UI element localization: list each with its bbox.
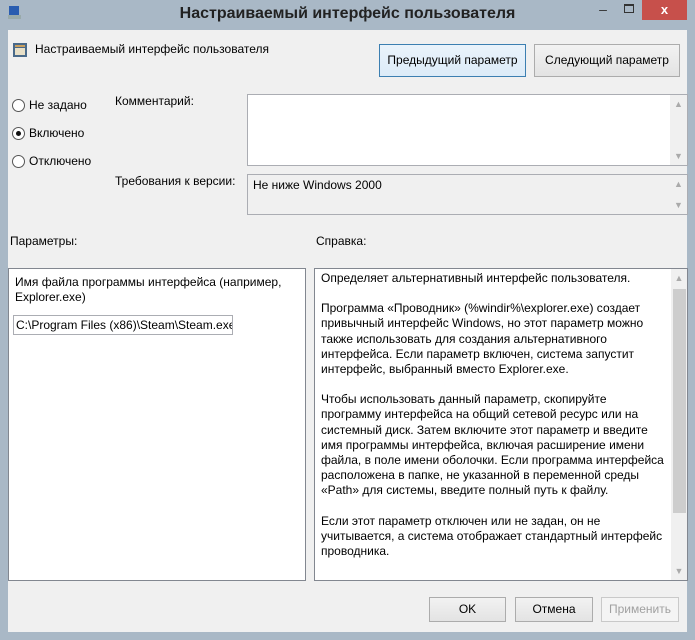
help-paragraph: Определяет альтернативный интерфейс поль… xyxy=(321,271,631,285)
scroll-down-icon[interactable]: ▼ xyxy=(671,566,687,576)
radio-disabled[interactable]: Отключено xyxy=(12,154,91,168)
radio-icon xyxy=(12,154,25,168)
requirements-value: Не ниже Windows 2000 xyxy=(253,178,382,192)
help-panel: Определяет альтернативный интерфейс поль… xyxy=(314,268,688,581)
radio-not-configured[interactable]: Не задано xyxy=(12,98,87,112)
radio-label: Отключено xyxy=(29,154,92,168)
radio-selected-icon xyxy=(12,126,25,140)
help-scrollbar[interactable]: ▲ ▼ xyxy=(671,269,687,580)
dialog-body: Настраиваемый интерфейс пользователя Пре… xyxy=(8,30,688,632)
maximize-button[interactable] xyxy=(616,0,642,20)
setting-name: Настраиваемый интерфейс пользователя xyxy=(35,42,269,56)
policy-icon xyxy=(12,42,28,58)
scroll-up-icon[interactable]: ▲ xyxy=(671,273,687,283)
help-paragraph: Если этот параметр отключен или не задан… xyxy=(321,513,663,559)
scroll-down-icon[interactable]: ▼ xyxy=(670,151,687,161)
help-paragraph: Программа «Проводник» (%windir%\explorer… xyxy=(321,301,644,377)
help-paragraph: Чтобы использовать данный параметр, скоп… xyxy=(321,392,664,498)
title-bar[interactable]: Настраиваемый интерфейс пользователя – x xyxy=(0,0,695,30)
comment-textarea[interactable]: ▲ ▼ xyxy=(247,94,688,166)
scroll-down-icon[interactable]: ▼ xyxy=(670,200,687,210)
requirements-label: Требования к версии: xyxy=(115,174,236,188)
shell-path-input[interactable]: C:\Program Files (x86)\Steam\Steam.exe xyxy=(13,315,233,335)
minimize-button[interactable]: – xyxy=(590,0,616,20)
options-label: Параметры: xyxy=(10,234,78,248)
cancel-button[interactable]: Отмена xyxy=(515,597,593,622)
radio-enabled[interactable]: Включено xyxy=(12,126,84,140)
radio-label: Не задано xyxy=(29,98,87,112)
radio-label: Включено xyxy=(29,126,85,140)
scroll-up-icon[interactable]: ▲ xyxy=(670,179,687,189)
apply-button[interactable]: Применить xyxy=(601,597,679,622)
requirements-box: Не ниже Windows 2000 ▲ ▼ xyxy=(247,174,688,215)
options-panel: Имя файла программы интерфейса (например… xyxy=(8,268,306,581)
comment-scrollbar[interactable]: ▲ ▼ xyxy=(670,95,687,165)
scroll-thumb[interactable] xyxy=(673,289,686,513)
next-setting-button[interactable]: Следующий параметр xyxy=(534,44,680,77)
help-label: Справка: xyxy=(316,234,367,248)
comment-label: Комментарий: xyxy=(115,94,194,108)
ok-button[interactable]: OK xyxy=(429,597,506,622)
requirements-scrollbar[interactable]: ▲ ▼ xyxy=(670,175,687,214)
close-button[interactable]: x xyxy=(642,0,687,20)
radio-icon xyxy=(12,98,25,112)
maximize-icon xyxy=(624,4,634,13)
previous-setting-button[interactable]: Предыдущий параметр xyxy=(379,44,526,77)
shell-field-label: Имя файла программы интерфейса (например… xyxy=(15,275,282,304)
scroll-up-icon[interactable]: ▲ xyxy=(670,99,687,109)
